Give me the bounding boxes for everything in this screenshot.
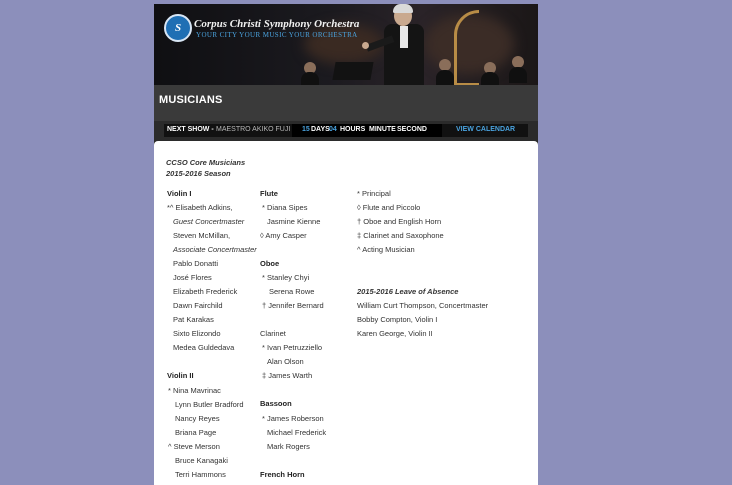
musician-name: Terri Hammons [175,470,226,479]
page-title: MUSICIANS [159,94,223,106]
leave-item: Karen George, Violin II [357,329,433,338]
musician-name: Steven McMillan, [173,231,231,240]
musician-role: Associate Concertmaster [173,245,257,254]
musician-name: Michael Frederick [267,428,327,437]
next-show-bar: NEXT SHOW - MAESTRO AKIKO FUJI 15 DAYS 0… [164,124,528,137]
title-bar: MUSICIANS [154,85,538,121]
page-container: S Corpus Christi Symphony Orchestra YOUR… [154,4,538,485]
conductor-shirt [400,26,408,48]
legend-item: ◊ Flute and Piccolo [357,203,421,212]
musician-name: * Diana Sipes [262,203,308,212]
music-stand-image [332,62,374,80]
musician-name: *^ Elisabeth Adkins, [167,203,233,212]
countdown-minute-label: MINUTE [369,126,396,133]
musician-name: * Ivan Petruzziello [262,343,323,352]
countdown-hours-label: HOURS [340,126,366,133]
leave-item: Bobby Compton, Violin I [357,315,438,324]
musicians-content: CCSO Core Musicians 2015-2016 Season Vio… [154,141,538,485]
musician-name: * Stanley Chyi [262,273,310,282]
clarinet-heading: Clarinet [260,329,286,338]
french-horn-heading: French Horn [260,470,305,479]
musician-name: Elizabeth Frederick [173,287,238,296]
leave-heading: 2015-2016 Leave of Absence [357,287,459,296]
musician-name: ◊ Amy Casper [260,231,307,240]
musician-name: Nancy Reyes [175,414,220,423]
harp-image [454,10,479,85]
intro-season: 2015-2016 Season [166,169,231,178]
oboe-heading: Oboe [260,259,280,268]
legend-item: ^ Acting Musician [357,245,415,254]
musician-name: Serena Rowe [269,287,315,296]
musician-body [301,72,319,85]
conductor-hair [393,4,413,13]
musician-name: ‡ James Warth [262,371,313,380]
violin1-heading: Violin I [167,189,192,198]
musician-name: José Flores [173,273,212,282]
ccso-logo-icon[interactable]: S [164,14,192,42]
intro-title: CCSO Core Musicians [166,158,246,167]
musician-name: * James Roberson [262,414,324,423]
flute-heading: Flute [260,189,278,198]
musician-name: Dawn Fairchild [173,301,223,310]
musician-name: Medea Guldedava [173,343,235,352]
musician-body [481,72,499,85]
musician-name: Pablo Donatti [173,259,219,268]
countdown-second-label: SECOND [397,126,427,133]
musician-name: Jasmine Kienne [267,217,321,226]
leave-item: William Curt Thompson, Concertmaster [357,301,489,310]
conductor-hand [362,42,369,49]
musician-name: Mark Rogers [267,442,310,451]
legend-item: * Principal [357,189,391,198]
musician-body [436,70,454,85]
header-banner: S Corpus Christi Symphony Orchestra YOUR… [154,4,538,85]
org-name[interactable]: Corpus Christi Symphony Orchestra [194,18,359,30]
musician-name: Alan Olson [267,357,304,366]
musician-name: Briana Page [175,428,217,437]
musician-role: Guest Concertmaster [173,217,245,226]
countdown-days-value: 15 [302,126,310,133]
violin2-heading: Violin II [167,371,194,380]
musician-name: † Jennifer Bernard [262,301,324,310]
musician-name: Lynn Butler Bradford [175,400,244,409]
next-show-name[interactable]: MAESTRO AKIKO FUJI [216,126,290,133]
countdown-hours-value: 04 [329,126,337,133]
musician-name: Pat Karakas [173,315,214,324]
musician-name: Sixto Elizondo [173,329,221,338]
org-tagline: YOUR CITY YOUR MUSIC YOUR ORCHESTRA [196,31,358,39]
musician-body [509,67,527,83]
musician-name: ^ Steve Merson [168,442,220,451]
legend-item: † Oboe and English Horn [357,217,442,226]
legend-item: ‡ Clarinet and Saxophone [357,231,444,240]
next-show-label: NEXT SHOW - [167,126,214,133]
bassoon-heading: Bassoon [260,399,292,408]
view-calendar-link[interactable]: VIEW CALENDAR [456,126,515,133]
musician-name: Bruce Kanagaki [175,456,228,465]
musician-name: * Nina Mavrinac [168,386,221,395]
countdown-days-label: DAYS [311,126,330,133]
